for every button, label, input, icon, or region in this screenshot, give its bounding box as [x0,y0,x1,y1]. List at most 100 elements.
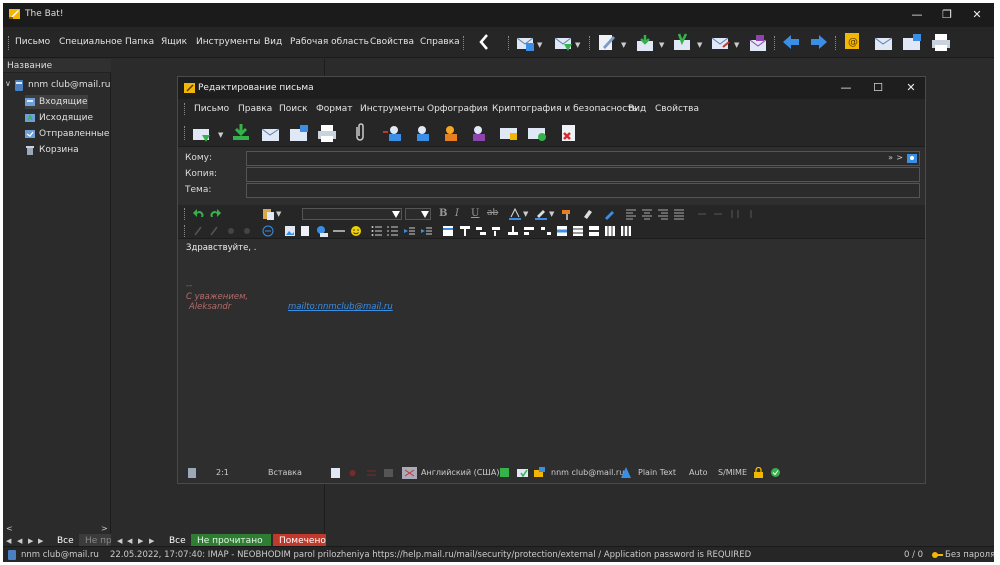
minimize-button[interactable]: — [909,7,925,23]
address-to-icon[interactable] [382,124,402,142]
status-no-password[interactable]: Без пароля [945,550,994,560]
ed-menu-letter[interactable]: Письмо [194,104,229,114]
tab-next-icon[interactable]: ▶ [28,537,35,545]
ed-menu-properties[interactable]: Свойства [655,104,699,114]
address-cc-icon[interactable] [410,124,430,142]
menu-tools[interactable]: Инструменты [196,37,260,47]
table-insert-column-icon[interactable] [459,225,471,237]
menu-folder[interactable]: Папка [125,37,154,47]
subject-input[interactable] [246,183,920,198]
msg-tab-first-icon[interactable]: ◀ [117,537,124,545]
strikethrough-icon[interactable]: ab [487,208,498,218]
menu-special[interactable]: Специальное [59,37,122,47]
align-center-icon[interactable] [641,208,653,220]
message-body-editor[interactable]: Здравствуйте, . -- С уважением, Aleksand… [182,240,923,462]
table-insert-row-icon[interactable] [475,225,487,237]
auto-mode[interactable]: Auto [689,468,708,477]
font-family-select[interactable] [302,208,402,220]
outdent-icon[interactable] [404,225,416,237]
send-mail-icon[interactable] [554,34,574,52]
menu-view[interactable]: Вид [264,37,282,47]
reply-all-icon[interactable] [673,33,693,51]
page-icon[interactable] [331,468,340,478]
ed-menu-view[interactable]: Вид [628,104,646,114]
format-icon[interactable] [621,467,631,478]
folder-trash[interactable]: Корзина [25,143,105,157]
editor-minimize-button[interactable]: — [838,80,854,96]
charset-icon[interactable] [367,469,376,477]
address-bcc-icon[interactable] [438,124,458,142]
insert-mode[interactable]: Вставка [268,468,302,477]
bold-icon[interactable]: B [439,208,447,219]
save-to-outbox-icon[interactable] [231,123,251,141]
table-properties-icon[interactable] [556,225,568,237]
msg-tab-next-icon[interactable]: ▶ [138,537,145,545]
table-cell-props-icon[interactable] [588,225,600,237]
spell-ok-icon[interactable] [500,468,509,477]
format-toolbar-grip[interactable] [184,208,186,220]
get-mail-dropdown-icon[interactable]: ▼ [537,42,543,49]
folder-inbox[interactable]: Входящие [25,95,88,109]
menu-letter[interactable]: Письмо [15,37,50,47]
ed-menu-crypto[interactable]: Криптография и безопасность [492,104,638,114]
priority-icon[interactable] [348,469,357,477]
ed-menu-spelling[interactable]: Орфография [427,104,488,114]
table-delete-row-icon[interactable] [491,225,503,237]
font-size-select[interactable] [405,208,431,220]
send-queue-icon[interactable] [902,33,922,51]
address-reply-to-icon[interactable] [466,124,486,142]
highlight-icon[interactable] [535,208,547,220]
editor-maximize-button[interactable]: ☐ [870,80,886,96]
spell-language[interactable]: Английский (США) [421,468,499,477]
undo-icon[interactable] [193,208,205,220]
forward-dropdown-icon[interactable]: ▼ [734,42,740,49]
indent-icon[interactable] [421,225,433,237]
postpone-icon[interactable] [261,124,281,142]
horizontal-rule-icon[interactable] [333,225,345,237]
new-message-icon[interactable] [597,33,617,51]
ed-menu-search[interactable]: Поиск [279,104,308,114]
next-recipient-icon[interactable]: > [896,153,903,162]
insert-link-icon[interactable] [316,225,328,237]
reply-icon[interactable] [636,34,656,52]
message-format[interactable]: Plain Text [638,468,676,477]
bullet-list-icon[interactable] [371,225,383,237]
previous-message-icon[interactable] [781,33,801,51]
tab-last-icon[interactable]: ▶ [38,537,45,545]
table-row-props-icon[interactable] [572,225,584,237]
menu-workspace[interactable]: Рабочая область [290,37,369,47]
insert-toolbar-grip[interactable] [184,225,186,237]
redo-icon[interactable] [209,208,221,220]
highlight-dropdown-icon[interactable]: ▼ [549,211,555,218]
justify-icon[interactable] [673,208,685,220]
msg-tab-last-icon[interactable]: ▶ [149,537,156,545]
send-mail-dropdown-icon[interactable]: ▼ [575,42,581,49]
signed-ok-icon[interactable] [771,468,780,477]
editor-close-button[interactable]: ✕ [903,80,919,96]
align-right-icon[interactable] [657,208,669,220]
to-input[interactable]: » > [246,151,920,166]
collapse-chevron-icon[interactable]: ∨ [5,79,11,88]
folder-column-header[interactable]: Название [3,59,111,73]
discard-icon[interactable] [559,124,579,142]
font-color-icon[interactable] [509,208,521,220]
smime-mode[interactable]: S/MIME [718,468,747,477]
paste-icon[interactable] [262,208,274,220]
new-message-dropdown-icon[interactable]: ▼ [621,42,627,49]
mime-icon[interactable] [384,469,393,477]
lock-icon[interactable] [754,467,763,478]
language-flag-icon[interactable] [402,467,417,479]
restore-button[interactable]: ❐ [939,7,955,23]
paste-dropdown-icon[interactable]: ▼ [276,211,282,218]
insert-image-icon[interactable] [284,225,296,237]
cc-input[interactable] [246,167,920,182]
encrypt-icon[interactable] [499,124,519,142]
mail-check-icon[interactable] [517,467,528,478]
address-book-small-icon[interactable] [907,154,917,163]
font-color-dropdown-icon[interactable]: ▼ [523,211,529,218]
sign-icon[interactable] [527,124,547,142]
msg-tab-prev-icon[interactable]: ◀ [127,537,134,545]
save-draft-icon[interactable] [289,124,309,142]
clear-format-icon[interactable] [582,208,594,220]
reply-dropdown-icon[interactable]: ▼ [659,42,665,49]
